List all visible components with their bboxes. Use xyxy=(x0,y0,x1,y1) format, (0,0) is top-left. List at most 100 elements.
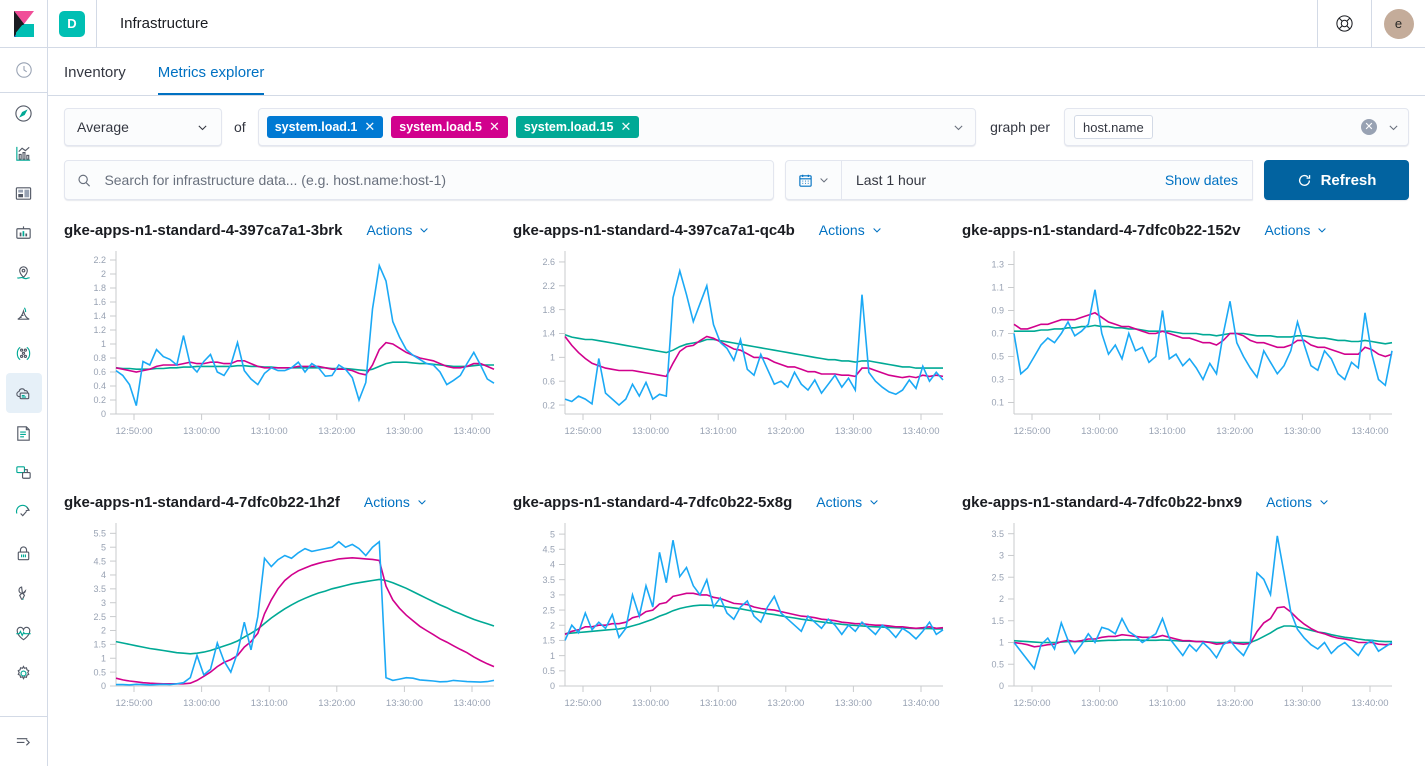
chevron-down-icon xyxy=(196,121,209,134)
y-axis-tick-label: 1.5 xyxy=(991,616,1004,626)
sidebar-item-logs[interactable] xyxy=(0,413,48,453)
chart-plot-area[interactable]: 00.511.522.533.544.5512:50:0013:00:0013:… xyxy=(513,515,960,758)
chart-actions-button[interactable]: Actions xyxy=(819,222,883,238)
search-bar[interactable] xyxy=(64,160,774,200)
remove-metric-icon[interactable]: ✕ xyxy=(621,119,632,135)
page-tabs: Inventory Metrics explorer xyxy=(48,48,1425,96)
sidebar-item-management[interactable] xyxy=(0,653,48,693)
y-axis-tick-label: 1.4 xyxy=(93,311,106,321)
toolbar-row-search: Last 1 hour Show dates Refresh xyxy=(64,160,1409,200)
x-axis-tick-label: 13:30:00 xyxy=(1284,698,1321,709)
chart-actions-label: Actions xyxy=(366,222,412,238)
y-axis-tick-label: 2.2 xyxy=(93,255,106,265)
aggregation-select[interactable]: Average xyxy=(64,108,222,146)
y-axis-tick-label: 2.2 xyxy=(542,281,555,291)
sidebar-item-machine-learning[interactable] xyxy=(0,293,48,333)
collapse-arrow-icon[interactable] xyxy=(0,716,48,766)
y-axis-tick-label: 5 xyxy=(550,529,555,539)
chart-plot-area[interactable]: 00.511.522.533.544.555.512:50:0013:00:00… xyxy=(64,515,511,758)
chart-plot-area[interactable]: 0.20.611.41.82.22.612:50:0013:00:0013:10… xyxy=(513,243,960,486)
user-avatar[interactable]: e xyxy=(1371,0,1425,48)
chart-actions-button[interactable]: Actions xyxy=(364,494,428,510)
metric-select[interactable]: system.load.1 ✕ system.load.5 ✕ system.l… xyxy=(258,108,976,146)
remove-metric-icon[interactable]: ✕ xyxy=(489,119,500,135)
x-axis-tick-label: 13:40:00 xyxy=(903,426,940,437)
tab-inventory[interactable]: Inventory xyxy=(64,64,126,95)
sidebar-item-discover[interactable] xyxy=(0,93,48,133)
primary-navigation xyxy=(0,48,48,766)
line-chart: 00.511.522.533.544.555.512:50:0013:00:00… xyxy=(64,515,502,720)
sidebar-item-dashboard[interactable] xyxy=(0,173,48,213)
y-axis-tick-label: 2 xyxy=(550,620,555,630)
metric-chart-card: gke-apps-n1-standard-4-397ca7a1-qc4b Acti… xyxy=(513,214,960,486)
avatar-letter: e xyxy=(1384,9,1414,39)
chart-title: gke-apps-n1-standard-4-7dfc0b22-1h2f xyxy=(64,494,340,511)
chart-plot-area[interactable]: 0.10.30.50.70.91.11.312:50:0013:00:0013:… xyxy=(962,243,1409,486)
series-line-system-load-1 xyxy=(116,542,494,685)
x-axis-tick-label: 13:00:00 xyxy=(1081,426,1118,437)
x-axis-tick-label: 13:30:00 xyxy=(386,698,423,709)
time-range-value[interactable]: Last 1 hour xyxy=(842,172,1165,188)
sidebar-item-canvas[interactable] xyxy=(0,213,48,253)
help-lifebuoy-icon[interactable] xyxy=(1317,0,1371,48)
chart-actions-button[interactable]: Actions xyxy=(816,494,880,510)
y-axis-tick-label: 2.6 xyxy=(542,257,555,267)
y-axis-tick-label: 1 xyxy=(101,339,106,349)
chevron-down-icon xyxy=(868,496,880,508)
chevron-down-icon[interactable] xyxy=(1387,121,1400,134)
metric-chart-card: gke-apps-n1-standard-4-7dfc0b22-5x8gActi… xyxy=(513,486,960,758)
date-quick-select[interactable] xyxy=(786,161,842,199)
x-axis-tick-label: 13:10:00 xyxy=(700,698,737,709)
x-axis-tick-label: 12:50:00 xyxy=(565,426,602,437)
sidebar-item-infrastructure[interactable] xyxy=(6,373,42,413)
y-axis-tick-label: 1.3 xyxy=(991,260,1004,270)
sidebar-item-monitoring[interactable] xyxy=(0,613,48,653)
date-picker[interactable]: Last 1 hour Show dates xyxy=(785,160,1253,200)
sidebar-item-visualize[interactable] xyxy=(0,133,48,173)
sidebar-item-maps[interactable] xyxy=(0,253,48,293)
chevron-down-icon xyxy=(1318,496,1330,508)
chart-header: gke-apps-n1-standard-4-7dfc0b22-5x8gActi… xyxy=(513,494,960,515)
chart-actions-label: Actions xyxy=(1266,494,1312,510)
refresh-button[interactable]: Refresh xyxy=(1264,160,1409,200)
y-axis-tick-label: 0 xyxy=(101,409,106,419)
elastic-logo[interactable] xyxy=(0,0,48,48)
tab-metrics-explorer[interactable]: Metrics explorer xyxy=(158,64,265,95)
chart-actions-label: Actions xyxy=(819,222,865,238)
search-input[interactable] xyxy=(102,171,761,189)
y-axis-tick-label: 0.5 xyxy=(991,352,1004,362)
metric-badge-load1[interactable]: system.load.1 ✕ xyxy=(267,116,384,138)
chart-plot-area[interactable]: 00.20.40.60.811.21.41.61.822.212:50:0013… xyxy=(64,243,511,486)
sidebar-item-recently-viewed[interactable] xyxy=(0,48,48,93)
chevron-down-icon xyxy=(818,174,830,186)
x-axis-tick-label: 13:00:00 xyxy=(1081,698,1118,709)
y-axis-tick-label: 2.5 xyxy=(93,612,106,622)
sidebar-item-graph[interactable] xyxy=(0,333,48,373)
clear-group-by-icon[interactable]: ✕ xyxy=(1361,119,1377,135)
sidebar-item-uptime[interactable] xyxy=(0,493,48,533)
refresh-icon xyxy=(1297,173,1312,188)
sidebar-item-security[interactable] xyxy=(0,533,48,573)
line-chart: 00.511.522.533.544.5512:50:0013:00:0013:… xyxy=(513,515,951,720)
metric-badge-load15[interactable]: system.load.15 ✕ xyxy=(516,116,640,138)
space-avatar[interactable]: D xyxy=(48,0,97,48)
sidebar-item-dev-tools[interactable] xyxy=(0,573,48,613)
chevron-down-icon[interactable] xyxy=(952,121,965,134)
of-label: of xyxy=(222,119,258,135)
show-dates-button[interactable]: Show dates xyxy=(1165,172,1252,188)
group-by-select[interactable]: host.name ✕ xyxy=(1064,108,1409,146)
series-line-system-load-1 xyxy=(565,271,943,405)
chart-plot-area[interactable]: 00.511.522.533.512:50:0013:00:0013:10:00… xyxy=(962,515,1409,758)
y-axis-tick-label: 5 xyxy=(101,542,106,552)
chart-actions-button[interactable]: Actions xyxy=(366,222,430,238)
x-axis-tick-label: 13:30:00 xyxy=(835,426,872,437)
sidebar-item-apm[interactable] xyxy=(0,453,48,493)
remove-metric-icon[interactable]: ✕ xyxy=(364,119,375,135)
group-by-pill[interactable]: host.name xyxy=(1074,115,1153,139)
chart-actions-button[interactable]: Actions xyxy=(1266,494,1330,510)
chart-title: gke-apps-n1-standard-4-397ca7a1-qc4b xyxy=(513,222,795,239)
y-axis-tick-label: 0.5 xyxy=(542,666,555,676)
metric-badge-load5[interactable]: system.load.5 ✕ xyxy=(391,116,508,138)
y-axis-tick-label: 0.7 xyxy=(991,329,1004,339)
chart-actions-button[interactable]: Actions xyxy=(1264,222,1328,238)
